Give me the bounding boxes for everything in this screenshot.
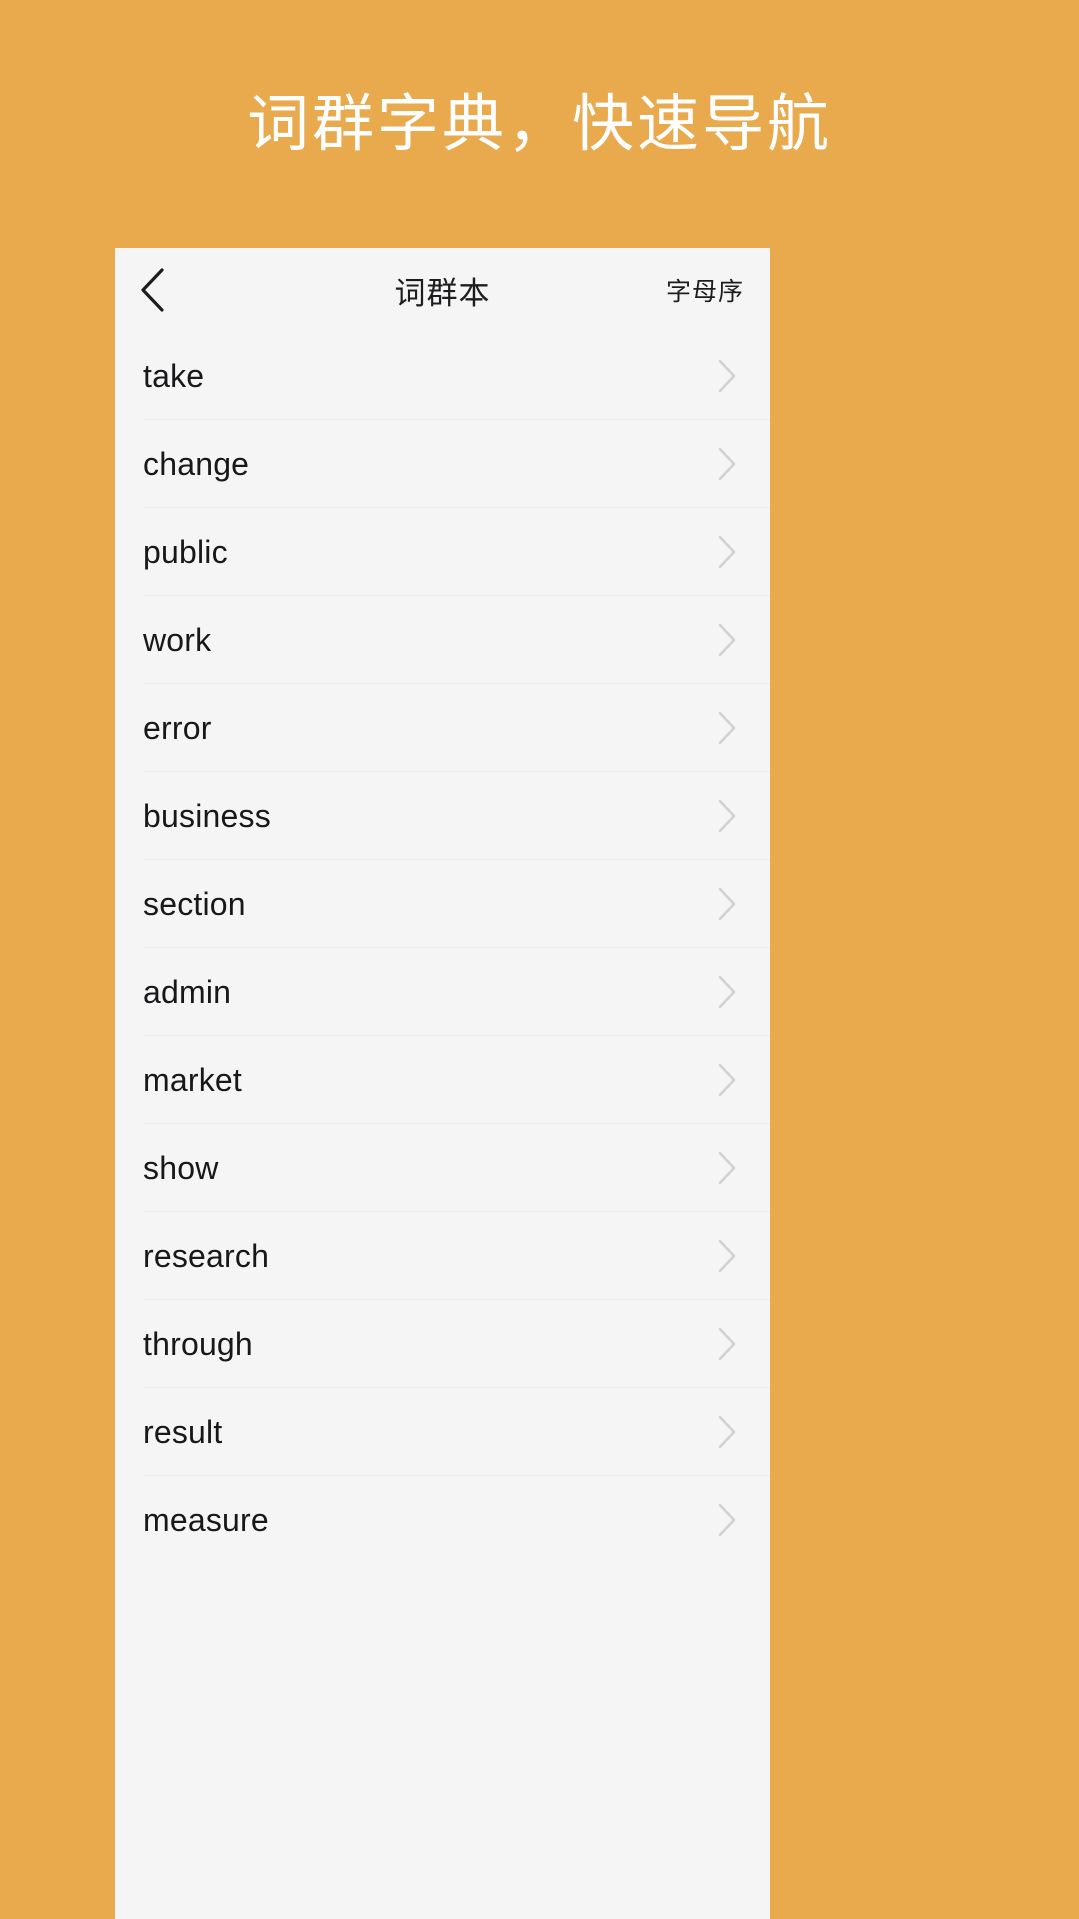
chevron-right-icon [714, 711, 740, 745]
list-item[interactable]: research [115, 1212, 770, 1300]
word-label: admin [143, 974, 232, 1010]
word-label: market [143, 1062, 242, 1098]
list-item[interactable]: through [115, 1300, 770, 1388]
app-screenshot: 词群字典，快速导航 词群本 字母序 take change public wor… [0, 0, 1079, 1919]
word-label: research [143, 1238, 270, 1274]
chevron-right-icon [714, 535, 740, 569]
chevron-right-icon [714, 359, 740, 393]
list-item[interactable]: change [115, 420, 770, 508]
word-label: take [143, 358, 205, 394]
word-label: through [143, 1326, 253, 1362]
chevron-right-icon [714, 1239, 740, 1273]
word-label: business [143, 798, 271, 834]
word-group-list: take change public work error business s… [115, 332, 770, 1564]
word-label: measure [143, 1502, 269, 1538]
chevron-right-icon [714, 447, 740, 481]
word-label: show [143, 1150, 219, 1186]
chevron-right-icon [714, 887, 740, 921]
navigation-bar: 词群本 字母序 [115, 248, 770, 332]
chevron-right-icon [714, 1151, 740, 1185]
chevron-right-icon [714, 799, 740, 833]
list-item[interactable]: work [115, 596, 770, 684]
list-item[interactable]: section [115, 860, 770, 948]
word-label: work [143, 622, 212, 658]
word-label: result [143, 1414, 223, 1450]
list-item[interactable]: admin [115, 948, 770, 1036]
chevron-right-icon [714, 623, 740, 657]
list-item[interactable]: result [115, 1388, 770, 1476]
promo-headline: 词群字典，快速导航 [246, 87, 832, 160]
list-item[interactable]: measure [115, 1476, 770, 1564]
sort-order-button[interactable]: 字母序 [666, 272, 744, 308]
chevron-right-icon [714, 1415, 740, 1449]
word-label: section [143, 886, 246, 922]
list-item[interactable]: business [115, 772, 770, 860]
word-label: change [143, 446, 250, 482]
list-item[interactable]: show [115, 1124, 770, 1212]
back-button[interactable] [139, 262, 195, 318]
chevron-right-icon [714, 1327, 740, 1361]
chevron-right-icon [714, 975, 740, 1009]
chevron-left-icon [139, 267, 165, 313]
promo-banner: 词群字典，快速导航 [0, 0, 1079, 248]
phone-screen-card: 词群本 字母序 take change public work error bu… [115, 248, 770, 1919]
chevron-right-icon [714, 1503, 740, 1537]
word-label: error [143, 710, 212, 746]
list-item[interactable]: error [115, 684, 770, 772]
list-item[interactable]: public [115, 508, 770, 596]
word-label: public [143, 534, 228, 570]
list-item[interactable]: market [115, 1036, 770, 1124]
list-item[interactable]: take [115, 332, 770, 420]
chevron-right-icon [714, 1063, 740, 1097]
